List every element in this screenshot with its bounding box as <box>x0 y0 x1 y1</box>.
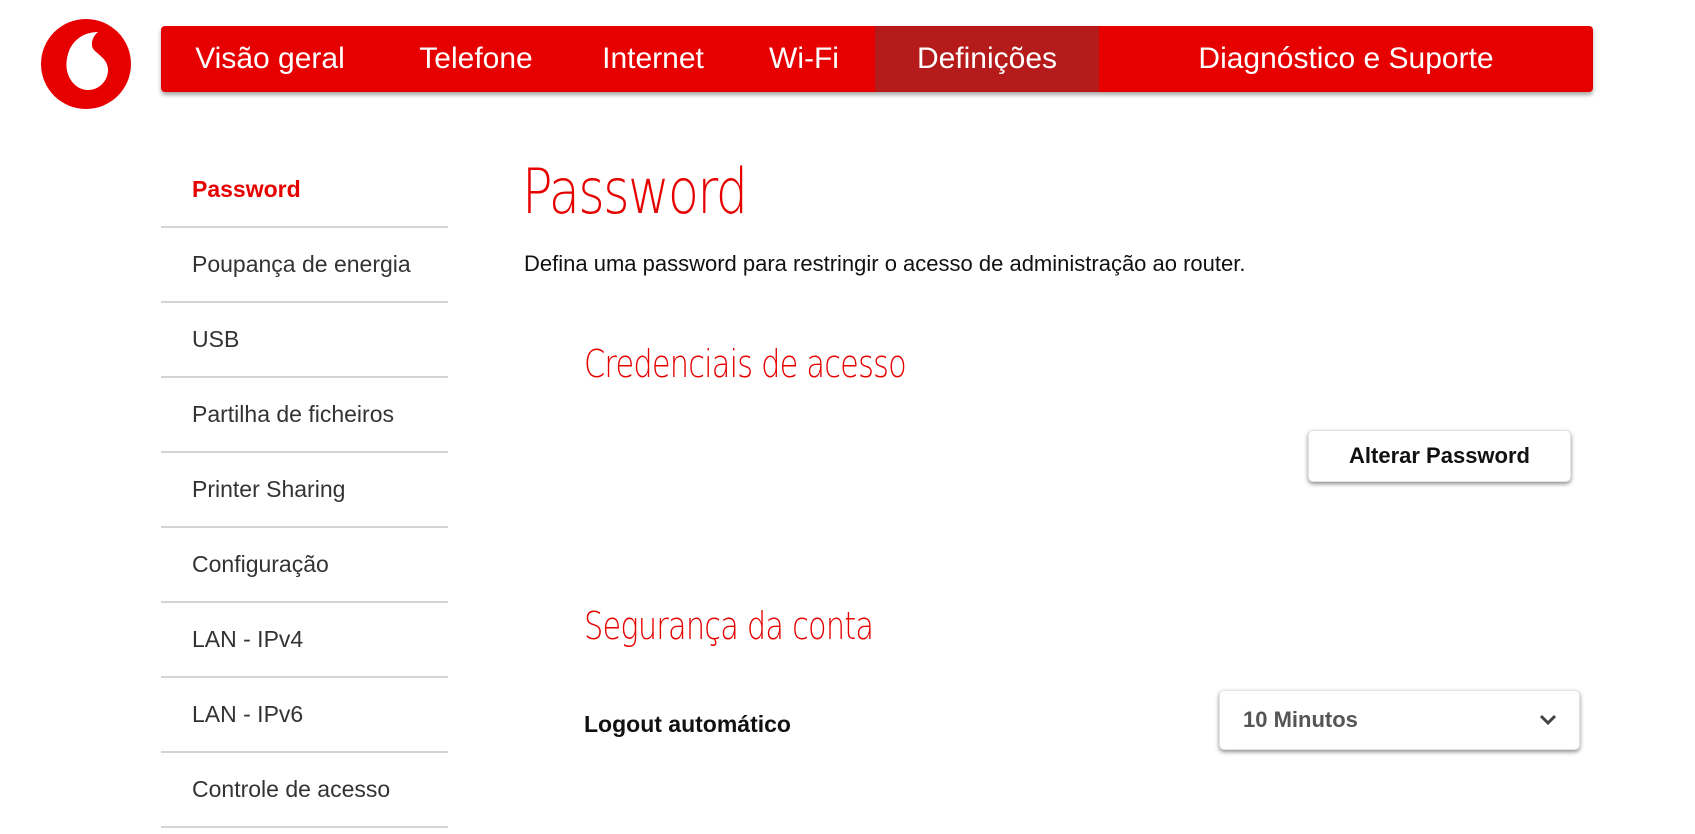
sidebar-item-password[interactable]: Password <box>161 153 448 228</box>
auto-logout-value: 10 Minutos <box>1243 707 1358 732</box>
page-description: Defina uma password para restringir o ac… <box>524 251 1246 276</box>
sidebar-item-lan-ipv6[interactable]: LAN - IPv6 <box>161 678 448 753</box>
sidebar-item-file-sharing[interactable]: Partilha de ficheiros <box>161 378 448 453</box>
auto-logout-label: Logout automático <box>584 711 791 737</box>
sidebar-item-lan-ipv4[interactable]: LAN - IPv4 <box>161 603 448 678</box>
sidebar-item-printer-sharing[interactable]: Printer Sharing <box>161 453 448 528</box>
nav-tab-overview[interactable]: Visão geral <box>161 26 379 92</box>
nav-tab-phone[interactable]: Telefone <box>379 26 573 92</box>
sidebar-menu: Password Poupança de energia USB Partilh… <box>161 153 448 828</box>
page-title: Password <box>522 155 748 228</box>
vodafone-logo-icon[interactable] <box>40 18 132 110</box>
main-nav: Visão geral Telefone Internet Wi-Fi Defi… <box>161 26 1593 92</box>
sidebar-item-usb[interactable]: USB <box>161 303 448 378</box>
sidebar-item-access-control[interactable]: Controle de acesso <box>161 753 448 828</box>
nav-tab-settings[interactable]: Definições <box>875 26 1099 92</box>
sidebar-item-energy-saving[interactable]: Poupança de energia <box>161 228 448 303</box>
change-password-button[interactable]: Alterar Password <box>1308 430 1571 482</box>
auto-logout-select[interactable]: 10 Minutos <box>1219 690 1580 750</box>
sidebar-item-configuration[interactable]: Configuração <box>161 528 448 603</box>
nav-tab-diagnostics-support[interactable]: Diagnóstico e Suporte <box>1099 26 1593 92</box>
section-title-account-security: Segurança da conta <box>584 604 874 648</box>
chevron-down-icon <box>1539 714 1557 726</box>
section-title-credentials: Credenciais de acesso <box>584 342 907 386</box>
nav-tab-internet[interactable]: Internet <box>573 26 733 92</box>
nav-tab-wifi[interactable]: Wi-Fi <box>733 26 875 92</box>
